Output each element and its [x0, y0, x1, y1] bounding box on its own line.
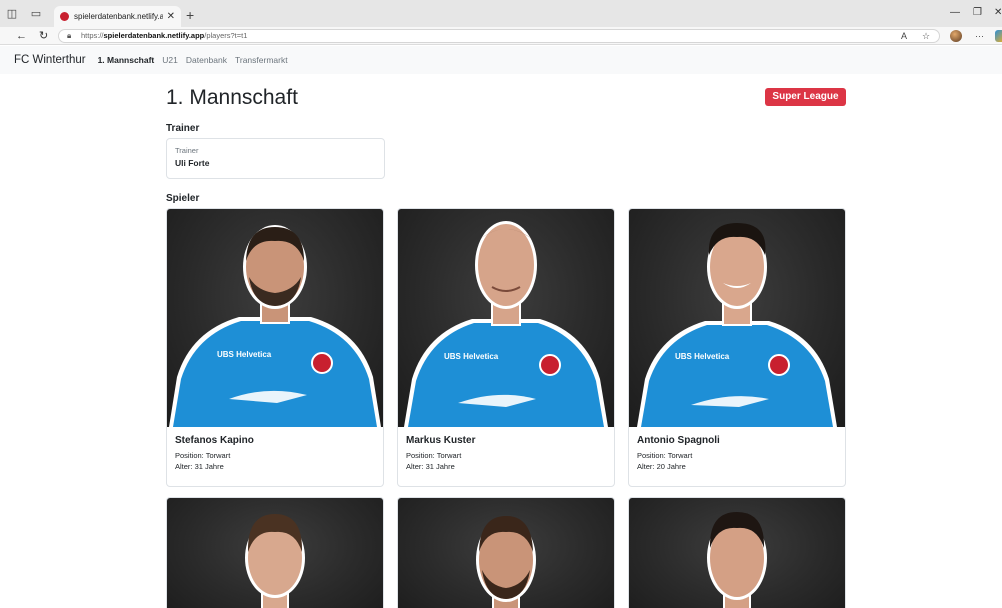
url-prefix: https://: [81, 31, 104, 40]
close-window-icon[interactable]: ✕: [994, 7, 1002, 18]
restore-icon[interactable]: ❐: [973, 7, 982, 18]
copilot-icon[interactable]: [995, 30, 1002, 42]
browser-tab[interactable]: spielerdatenbank.netlify.app/play ✕: [54, 6, 181, 27]
back-icon[interactable]: ←: [16, 29, 27, 43]
sponsor-logo: UBS Helvetica: [217, 350, 272, 359]
player-card-body: Antonio Spagnoli Position: Torwart Alter…: [629, 427, 845, 486]
players-heading: Spieler: [166, 193, 200, 204]
trainer-card: Trainer Uli Forte: [166, 138, 385, 179]
tab-actions-icon[interactable]: ▭: [24, 0, 48, 27]
favorite-star-icon[interactable]: ☆: [922, 29, 930, 43]
lock-icon: 🔒︎: [67, 31, 72, 40]
url-host: spielerdatenbank.netlify.app: [103, 31, 205, 40]
player-name: Stefanos Kapino: [175, 435, 254, 446]
player-age: Alter: 31 Jahre: [406, 462, 455, 471]
page-title: 1. Mannschaft: [166, 86, 298, 109]
trainer-heading: Trainer: [166, 123, 200, 134]
close-tab-icon[interactable]: ✕: [167, 11, 175, 22]
player-portrait-image: [476, 516, 536, 608]
brand-link[interactable]: FC Winterthur: [14, 54, 86, 66]
player-age: Alter: 31 Jahre: [175, 462, 224, 471]
sponsor-logo: UBS Helvetica: [675, 352, 730, 361]
player-age: Alter: 20 Jahre: [637, 462, 686, 471]
player-photo: [398, 498, 614, 608]
player-portrait-image: UBS Helvetica: [404, 221, 608, 427]
new-tab-icon[interactable]: +: [186, 8, 194, 22]
player-portrait-image: UBS Helvetica: [637, 223, 837, 427]
nav-link-transfermarkt[interactable]: Transfermarkt: [235, 55, 288, 65]
player-position: Position: Torwart: [175, 451, 231, 460]
player-photo: UBS Helvetica: [167, 209, 383, 427]
browser-tab-title: spielerdatenbank.netlify.app/play: [74, 12, 163, 21]
player-card[interactable]: [397, 497, 615, 608]
more-menu-icon[interactable]: ···: [975, 29, 984, 43]
nav-link-1-mannschaft[interactable]: 1. Mannschaft: [98, 55, 155, 65]
trainer-label: Trainer: [175, 146, 199, 155]
player-card[interactable]: [166, 497, 384, 608]
player-position: Position: Torwart: [637, 451, 693, 460]
nav-link-datenbank[interactable]: Datenbank: [186, 55, 227, 65]
player-photo: UBS Helvetica: [398, 209, 614, 427]
workspaces-icon[interactable]: ◫: [0, 0, 24, 27]
player-card[interactable]: UBS Helvetica Markus Kuster Position: To…: [397, 208, 615, 487]
profile-avatar[interactable]: [950, 30, 962, 42]
player-portrait-image: UBS Helvetica: [169, 225, 381, 427]
player-card[interactable]: [628, 497, 846, 608]
minimize-icon[interactable]: —: [950, 7, 960, 18]
refresh-icon[interactable]: ↻: [39, 29, 48, 43]
nav-link-u21[interactable]: U21: [162, 55, 178, 65]
player-card-body: Stefanos Kapino Position: Torwart Alter:…: [167, 427, 383, 486]
address-bar-row: ← ↻ 🔒︎ https://spielerdatenbank.netlify.…: [0, 27, 1002, 45]
trainer-name: Uli Forte: [175, 158, 210, 168]
player-photo: UBS Helvetica: [629, 209, 845, 427]
site-favicon-icon: [60, 12, 69, 21]
player-portrait-image: [245, 514, 305, 608]
player-photo: [167, 498, 383, 608]
player-name: Markus Kuster: [406, 435, 476, 446]
read-aloud-icon[interactable]: A: [901, 29, 907, 43]
player-card[interactable]: UBS Helvetica Antonio Spagnoli Position:…: [628, 208, 846, 487]
league-badge: Super League: [765, 88, 846, 106]
player-portrait-image: [707, 512, 767, 608]
player-photo: [629, 498, 845, 608]
url-path: /players?t=t1: [204, 31, 248, 40]
sponsor-logo: UBS Helvetica: [444, 352, 499, 361]
site-navbar: FC Winterthur 1. Mannschaft U21 Datenban…: [0, 46, 1002, 74]
player-card[interactable]: UBS Helvetica Stefanos Kapino Position: …: [166, 208, 384, 487]
player-card-body: Markus Kuster Position: Torwart Alter: 3…: [398, 427, 614, 486]
player-name: Antonio Spagnoli: [637, 435, 720, 446]
player-position: Position: Torwart: [406, 451, 462, 460]
url-field[interactable]: 🔒︎ https://spielerdatenbank.netlify.app/…: [58, 29, 940, 43]
